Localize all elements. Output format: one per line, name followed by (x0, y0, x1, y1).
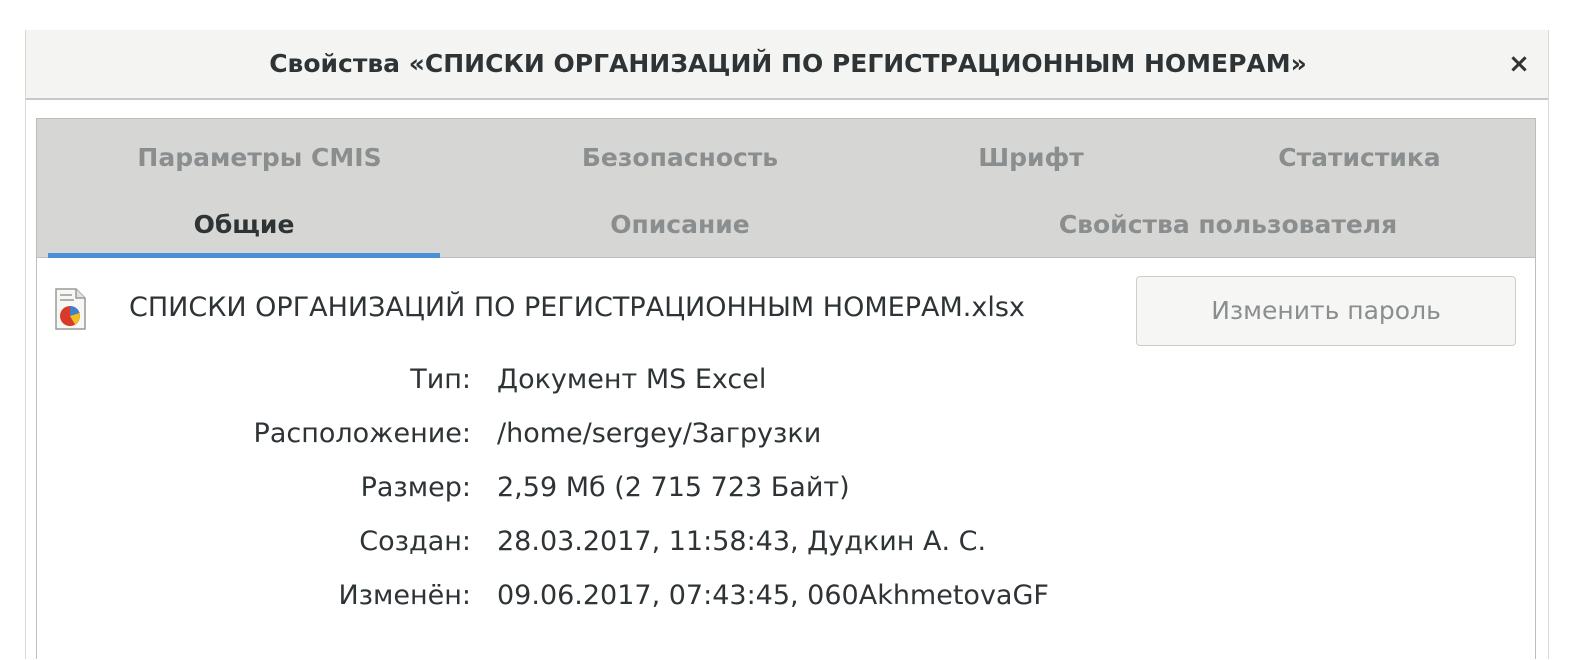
tab-bar: Параметры CMIS Безопасность Шрифт Статис… (37, 119, 1535, 258)
tab-description[interactable]: Описание (482, 196, 878, 254)
tab-notebook: Параметры CMIS Безопасность Шрифт Статис… (36, 118, 1536, 659)
tab-security[interactable]: Безопасность (482, 129, 878, 187)
location-label: Расположение: (253, 418, 471, 449)
file-name: СПИСКИ ОРГАНИЗАЦИЙ ПО РЕГИСТРАЦИОННЫМ НО… (129, 292, 1025, 323)
tab-cmis-params[interactable]: Параметры CMIS (37, 129, 482, 187)
size-label: Размер: (360, 472, 471, 503)
created-value: 28.03.2017, 11:58:43, Дудкин А. С. (497, 526, 987, 557)
tab-statistics[interactable]: Статистика (1184, 129, 1535, 187)
tab-general[interactable]: Общие (48, 196, 440, 258)
modified-value: 09.06.2017, 07:43:45, 060AkhmetovaGF (497, 580, 1049, 611)
close-button[interactable]: × (1502, 47, 1536, 81)
general-tab-content: СПИСКИ ОРГАНИЗАЦИЙ ПО РЕГИСТРАЦИОННЫМ НО… (37, 258, 1535, 660)
titlebar: Свойства «СПИСКИ ОРГАНИЗАЦИЙ ПО РЕГИСТРА… (26, 30, 1548, 100)
window-title: Свойства «СПИСКИ ОРГАНИЗАЦИЙ ПО РЕГИСТРА… (269, 49, 1307, 78)
change-password-button[interactable]: Изменить пароль (1136, 276, 1516, 346)
created-label: Создан: (359, 526, 471, 557)
location-value: /home/sergey/Загрузки (497, 418, 822, 449)
tab-user-properties[interactable]: Свойства пользователя (978, 196, 1478, 254)
spreadsheet-file-icon (53, 288, 87, 330)
tab-font[interactable]: Шрифт (878, 129, 1184, 187)
size-value: 2,59 Мб (2 715 723 Байт) (497, 472, 850, 503)
type-value: Документ MS Excel (497, 364, 767, 395)
properties-dialog: Свойства «СПИСКИ ОРГАНИЗАЦИЙ ПО РЕГИСТРА… (25, 30, 1549, 659)
type-label: Тип: (410, 364, 471, 395)
modified-label: Изменён: (338, 580, 471, 611)
